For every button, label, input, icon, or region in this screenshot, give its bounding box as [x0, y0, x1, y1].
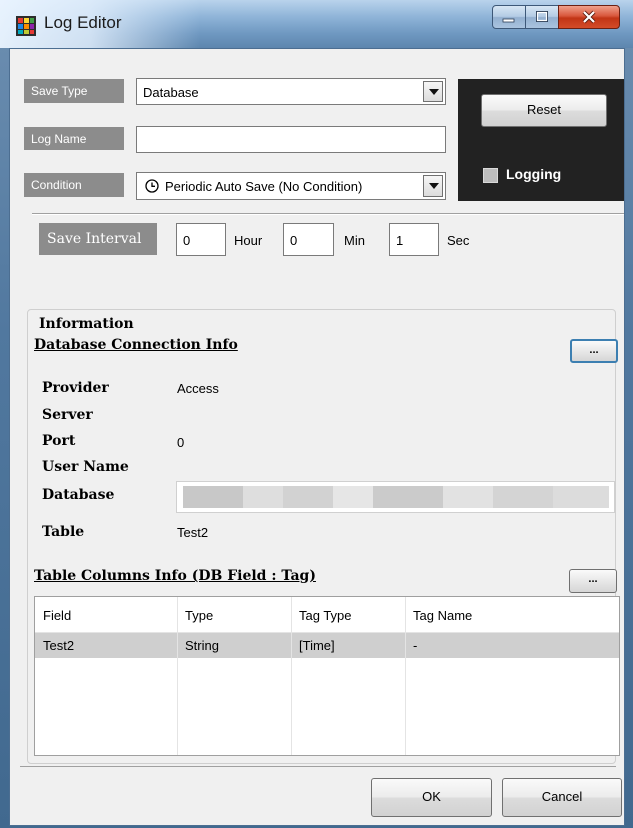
minimize-icon: [502, 18, 515, 23]
table-header-tag-name: Tag Name: [413, 608, 473, 623]
maximize-button[interactable]: [525, 5, 559, 29]
provider-label: Provider: [42, 380, 109, 396]
server-label: Server: [42, 407, 93, 423]
save-type-select[interactable]: Database: [136, 78, 446, 105]
redacted-block: [443, 486, 493, 508]
save-type-value: Database: [143, 85, 199, 100]
column-divider: [177, 597, 178, 755]
redacted-block: [183, 486, 243, 508]
columns-table: Field Type Tag Type Tag Name Test2 Strin…: [34, 596, 620, 756]
column-divider: [405, 597, 406, 755]
close-button[interactable]: [558, 5, 620, 29]
db-connection-title: Database Connection Info: [34, 337, 238, 353]
condition-label: Condition: [24, 173, 124, 197]
cancel-button[interactable]: Cancel: [502, 778, 622, 817]
footer-separator: [20, 766, 616, 767]
reset-button[interactable]: Reset: [481, 94, 607, 127]
table-label: Table: [42, 524, 85, 540]
save-type-label: Save Type: [24, 79, 124, 103]
minimize-button[interactable]: [492, 5, 526, 29]
port-value: 0: [177, 435, 185, 450]
logging-label: Logging: [506, 166, 562, 182]
table-cell-type: String: [185, 638, 219, 653]
table-cell-field: Test2: [43, 638, 75, 653]
db-connection-edit-button[interactable]: ...: [570, 339, 618, 363]
table-header-tag-type: Tag Type: [299, 608, 352, 623]
table-header-field: Field: [43, 608, 72, 623]
separator: [32, 213, 624, 215]
provider-value: Access: [177, 381, 219, 396]
ellipsis-icon: ...: [589, 344, 599, 356]
information-group-title: Information: [38, 316, 135, 332]
hour-unit-label: Hour: [234, 233, 263, 248]
redacted-block: [333, 486, 373, 508]
redacted-block: [283, 486, 333, 508]
redacted-block: [553, 486, 609, 508]
log-name-field[interactable]: [136, 126, 446, 153]
min-unit-label: Min: [344, 233, 365, 248]
table-header-type: Type: [185, 608, 214, 623]
save-interval-label: Save Interval: [39, 223, 157, 255]
table-columns-edit-button[interactable]: ...: [569, 569, 617, 593]
port-label: Port: [42, 433, 76, 449]
chevron-down-icon[interactable]: [423, 81, 443, 102]
sec-field[interactable]: 1: [389, 223, 439, 256]
column-divider: [291, 597, 292, 755]
min-field[interactable]: 0: [283, 223, 334, 256]
condition-value: Periodic Auto Save (No Condition): [165, 179, 363, 194]
window-controls: [492, 5, 622, 31]
table-cell-tag-type: [Time]: [299, 638, 335, 653]
table-value: Test2: [177, 525, 209, 540]
redacted-block: [493, 486, 553, 508]
ok-button[interactable]: OK: [371, 778, 492, 817]
logging-checkbox[interactable]: [483, 168, 498, 183]
table-row[interactable]: Test2 String [Time] -: [35, 633, 619, 658]
app-icon: [16, 16, 36, 36]
table-cell-tag-name: -: [413, 638, 418, 653]
redacted-block: [373, 486, 443, 508]
redacted-block: [243, 486, 283, 508]
window-title: Log Editor: [44, 13, 122, 32]
clock-icon: [145, 179, 159, 193]
close-icon: [582, 10, 596, 24]
log-name-label: Log Name: [24, 127, 124, 150]
hour-field[interactable]: 0: [176, 223, 226, 256]
maximize-icon: [536, 11, 548, 22]
ellipsis-icon: ...: [588, 573, 598, 585]
log-editor-window: Log Editor Save Type Database Log Name C…: [0, 0, 633, 828]
chevron-down-icon[interactable]: [423, 175, 443, 197]
reset-logging-panel: Reset Logging: [458, 79, 624, 201]
sec-unit-label: Sec: [447, 233, 470, 248]
title-bar[interactable]: Log Editor: [0, 0, 633, 48]
user-name-label: User Name: [42, 459, 129, 475]
table-columns-title: Table Columns Info (DB Field : Tag): [34, 568, 316, 584]
condition-select[interactable]: Periodic Auto Save (No Condition): [136, 172, 446, 200]
database-value-redacted: [176, 481, 615, 513]
database-label: Database: [42, 487, 115, 503]
